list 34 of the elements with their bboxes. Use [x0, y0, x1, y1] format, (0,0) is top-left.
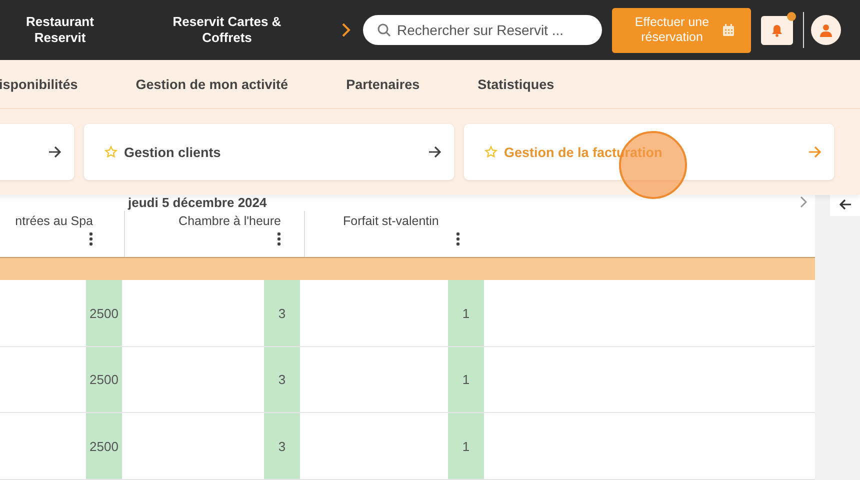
arrow-right-icon [808, 146, 822, 158]
nav-item[interactable]: isponibilités [0, 76, 78, 92]
availability-cell[interactable]: 1 [448, 346, 484, 412]
search-field[interactable]: Rechercher sur Reservit ... [363, 15, 602, 45]
bell-icon [771, 24, 783, 36]
user-icon [820, 24, 832, 36]
availability-cell[interactable]: 2500 [86, 346, 122, 412]
planning-date: jeudi 5 décembre 2024 [128, 194, 268, 210]
account-button[interactable] [811, 15, 841, 45]
column-header: ntrées au Spa [15, 214, 93, 228]
calendar-icon [723, 24, 734, 36]
brand-name[interactable]: Restaurant Reservit [0, 14, 120, 46]
availability-cell[interactable]: 1 [448, 280, 484, 346]
availability-cell[interactable]: 3 [264, 346, 300, 412]
availability-cell[interactable]: 1 [448, 413, 484, 479]
availability-cell[interactable]: 3 [264, 280, 300, 346]
availability-cell[interactable]: 2500 [86, 413, 122, 479]
arrow-right-icon [428, 146, 442, 158]
search-icon [377, 23, 391, 37]
column-header: Chambre à l'heure [178, 214, 281, 228]
more-options-icon[interactable] [277, 232, 281, 246]
shortcut-card[interactable]: Gestion clients [84, 124, 454, 180]
nav-item[interactable]: Gestion de mon activité [136, 76, 288, 92]
availability-cell[interactable]: 3 [264, 413, 300, 479]
chevron-right-icon[interactable] [800, 196, 808, 208]
arrow-left-icon [838, 198, 852, 210]
nav-item[interactable]: Statistiques [478, 76, 554, 92]
brand-name[interactable]: Reservit Cartes & Coffrets [167, 14, 287, 46]
arrow-right-icon [48, 146, 62, 158]
column-header: Forfait st-valentin [343, 214, 439, 228]
more-options-icon[interactable] [89, 232, 93, 246]
more-options-icon[interactable] [456, 232, 460, 246]
availability-cell[interactable]: 2500 [86, 280, 122, 346]
nav-item[interactable]: Partenaires [346, 76, 420, 92]
